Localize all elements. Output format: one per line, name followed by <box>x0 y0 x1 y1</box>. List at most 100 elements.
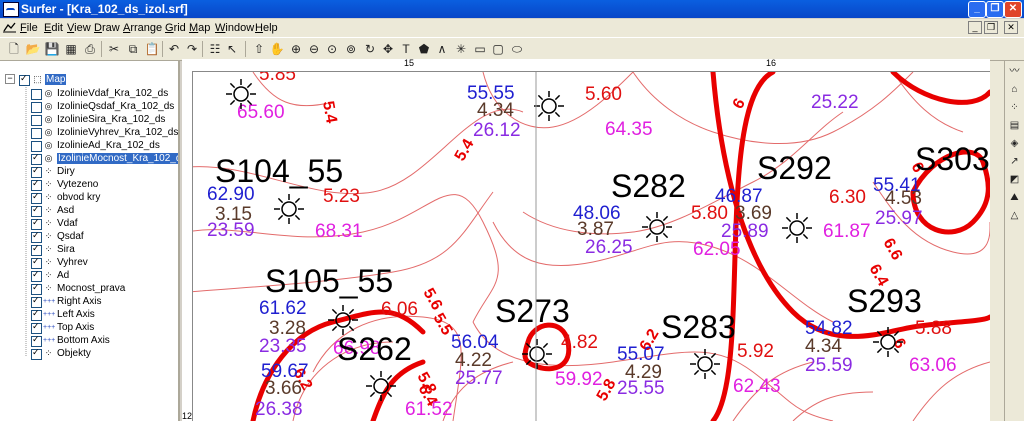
move-icon[interactable]: ✥ <box>380 41 396 57</box>
drill-hole-symbol[interactable] <box>274 194 304 224</box>
close-button[interactable]: ✕ <box>1004 1 1022 18</box>
title-bar: Surfer - [Kra_102_ds_izol.srf] _ ❐ ✕ <box>0 0 1024 18</box>
tree-checkbox[interactable] <box>31 347 42 360</box>
tree-checkbox[interactable] <box>31 269 42 282</box>
menu-arrange[interactable]: Arrange <box>123 22 162 34</box>
zoom-in-icon[interactable]: ⊕ <box>288 41 304 57</box>
tree-label: Left Axis <box>57 309 95 320</box>
object-manager-icon[interactable]: ☷ <box>207 41 223 57</box>
collapse-icon[interactable]: − <box>5 74 15 84</box>
menu-help[interactable]: Help <box>255 22 278 34</box>
drill-hole-symbol[interactable] <box>366 371 396 401</box>
help-pointer-icon[interactable]: ↖ <box>224 41 240 57</box>
mdi-restore-button[interactable]: ❐ <box>984 21 998 34</box>
tree-checkbox[interactable] <box>31 128 42 139</box>
map-tool-image-icon[interactable]: ▤ <box>1007 119 1022 133</box>
tree-label: IzolinieSira_Kra_102_ds <box>57 114 166 125</box>
tree-checkbox[interactable] <box>31 191 42 204</box>
drill-hole-symbol[interactable] <box>690 349 720 379</box>
open-icon[interactable]: 📂 <box>25 41 41 57</box>
tree-checkbox[interactable] <box>31 217 42 230</box>
mdi-close-button[interactable]: ✕ <box>1004 21 1018 34</box>
minimize-button[interactable]: _ <box>968 1 986 18</box>
symbol-icon[interactable]: ✳ <box>453 41 469 57</box>
select-arrow-icon[interactable]: ⇧ <box>251 41 267 57</box>
print-icon[interactable]: ⎙ <box>82 41 98 57</box>
tree-checkbox[interactable] <box>31 115 42 126</box>
station-name-label: S105_55 <box>265 263 393 299</box>
menu-view[interactable]: View <box>67 22 91 34</box>
cut-icon[interactable]: ✂ <box>106 41 122 57</box>
zoom-rect-icon[interactable]: ⊙ <box>324 41 340 57</box>
ellipse-icon[interactable]: ⬭ <box>509 41 525 57</box>
drill-hole-symbol[interactable] <box>522 339 552 369</box>
map-tool-surface-icon[interactable]: ⛰ <box>1007 191 1022 205</box>
mdi-minimize-button[interactable]: _ <box>968 21 982 34</box>
tree-checkbox[interactable] <box>31 282 42 295</box>
tree-checkbox[interactable] <box>31 89 42 100</box>
worksheet-icon[interactable]: ▦ <box>63 41 79 57</box>
tree-checkbox[interactable] <box>19 73 30 86</box>
map-tool-contour-icon[interactable]: 〰 <box>1007 65 1022 79</box>
tree-checkbox[interactable] <box>31 334 42 347</box>
vertical-scrollbar[interactable] <box>990 61 1004 421</box>
tree-checkbox[interactable] <box>31 102 42 113</box>
rounded-rect-icon[interactable]: ▢ <box>490 41 506 57</box>
tree-checkbox[interactable] <box>31 141 42 152</box>
text-icon[interactable]: T <box>398 41 414 57</box>
map-value-label: 65.60 <box>237 102 285 123</box>
map-tool-base-icon[interactable]: ⌂ <box>1007 83 1022 97</box>
polygon-icon[interactable]: ⬟ <box>416 41 432 57</box>
tree-checkbox[interactable] <box>31 178 42 191</box>
map-toolbar: 〰 ⌂ ⁘ ▤ ◈ ↗ ◩ ⛰ △ <box>1004 61 1024 421</box>
rotate-icon[interactable]: ↻ <box>362 41 378 57</box>
tree-checkbox[interactable] <box>31 256 42 269</box>
tree-checkbox[interactable] <box>31 321 42 334</box>
menu-map[interactable]: Map <box>189 22 210 34</box>
redo-icon[interactable]: ↷ <box>184 41 200 57</box>
drill-hole-symbol[interactable] <box>534 91 564 121</box>
contour-label: 5.4 <box>319 100 340 125</box>
tree-checkbox[interactable] <box>31 295 42 308</box>
map-tool-wireframe-icon[interactable]: △ <box>1007 209 1022 223</box>
undo-icon[interactable]: ↶ <box>166 41 182 57</box>
top-ruler: 15 16 <box>182 58 990 72</box>
drill-hole-symbol[interactable] <box>873 327 903 357</box>
tree-checkbox[interactable] <box>31 165 42 178</box>
map-view[interactable]: 5.4 5.4 5.6 5.5 6 6.2 6.4 5.8 6.6 6.4 6 6.2 5.8 6 5.85… <box>193 72 990 421</box>
tree-label: Objekty <box>57 348 91 359</box>
tree-checkbox[interactable] <box>31 243 42 256</box>
map-value-label: 23.59 <box>207 220 255 241</box>
save-icon[interactable]: 💾 <box>44 41 60 57</box>
map-value-label: 59.92 <box>555 369 603 390</box>
tree-checkbox[interactable] <box>31 204 42 217</box>
map-tool-shaded-icon[interactable]: ◩ <box>1007 173 1022 187</box>
polyline-icon[interactable]: ∧ <box>434 41 450 57</box>
map-tool-vector-icon[interactable]: ↗ <box>1007 155 1022 169</box>
copy-icon[interactable]: ⧉ <box>125 41 141 57</box>
drill-hole-symbol[interactable] <box>226 79 256 109</box>
map-value-label: 6.06 <box>381 299 418 320</box>
tree-checkbox[interactable] <box>31 308 42 321</box>
contour-map[interactable]: 5.45.45.65.566.26.4 5.86.66.466.25.865.85… <box>193 72 990 421</box>
station-name-label: S282 <box>611 168 686 204</box>
menu-draw[interactable]: Draw <box>94 22 120 34</box>
tree-checkbox[interactable] <box>31 230 42 243</box>
menu-edit[interactable]: Edit <box>44 22 63 34</box>
zoom-page-icon[interactable]: ⊚ <box>343 41 359 57</box>
zoom-out-icon[interactable]: ⊖ <box>306 41 322 57</box>
contour-icon: ◎ <box>44 153 53 163</box>
drill-hole-symbol[interactable] <box>782 213 812 243</box>
rectangle-icon[interactable]: ▭ <box>472 41 488 57</box>
map-tool-3d-icon[interactable]: ◈ <box>1007 137 1022 151</box>
map-tool-post-icon[interactable]: ⁘ <box>1007 101 1022 115</box>
maximize-button[interactable]: ❐ <box>986 1 1004 18</box>
post-icon: ⁘ <box>44 218 53 228</box>
menu-file[interactable]: File <box>20 22 38 34</box>
pan-hand-icon[interactable]: ✋ <box>269 41 285 57</box>
paste-icon[interactable]: 📋 <box>144 41 160 57</box>
tree-checkbox[interactable] <box>31 152 42 165</box>
menu-window[interactable]: Window <box>215 22 254 34</box>
menu-grid[interactable]: Grid <box>165 22 186 34</box>
new-icon[interactable]: 🗋 <box>6 41 22 57</box>
